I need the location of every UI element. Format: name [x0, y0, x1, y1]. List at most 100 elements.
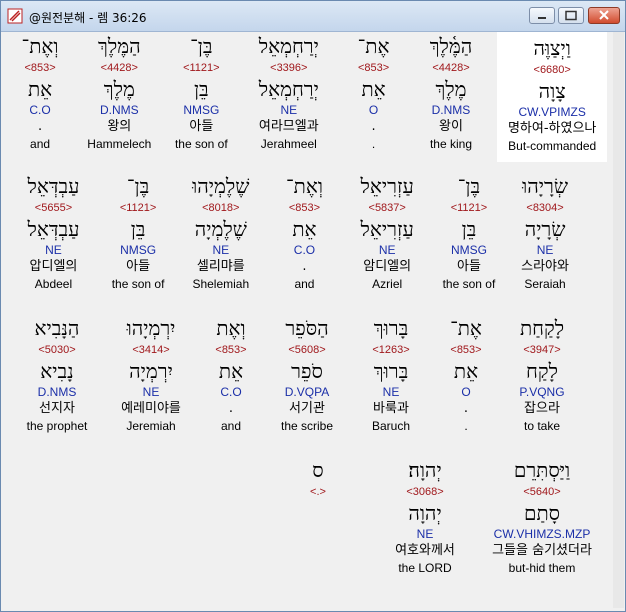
english-gloss: and [294, 277, 315, 291]
korean-gloss: 스라야와 [521, 259, 569, 274]
lexical-form: אֵת [218, 359, 244, 383]
hebrew-word: בָּרוּךְ [373, 316, 409, 340]
hebrew-word: הַמֶּלֶךְ [98, 34, 141, 58]
word-column[interactable]: וְאֶת־ <853> אֵת C.O. and [271, 172, 337, 302]
word-column[interactable]: ס <.> [283, 456, 353, 586]
minimize-button[interactable] [529, 7, 555, 24]
lexical-form: סֹפֵר [291, 359, 323, 383]
strong-number: <1121> [450, 202, 488, 214]
hebrew-word: שְׂרָיָהוּ [522, 174, 568, 198]
window-title: @원전분해 - 렘 36:26 [29, 11, 147, 25]
word-column[interactable]: בָּרוּךְ <1263> בָּרוּךְ NE 바룩과 Baruch [353, 314, 429, 444]
strong-number: <5608> [288, 344, 326, 356]
lexical-form: מֶלֶךְ [103, 77, 135, 101]
english-gloss: the king [429, 137, 472, 151]
hebrew-word: עַזְרִיאֵל [360, 174, 414, 198]
lexical-form: עַבְדְּאֵל [27, 217, 80, 241]
word-column[interactable]: הַמֶּלֶךְ <4428> מֶלֶךְ D.NMS 왕의 Hammelech [79, 32, 159, 162]
english-gloss: and [30, 137, 51, 151]
title-bar[interactable]: @원전분해 - 렘 36:26 [1, 1, 625, 32]
english-gloss: the LORD [398, 561, 452, 575]
korean-gloss: 여라므엘과 [258, 119, 319, 134]
word-column[interactable]: אֶת־ <853> אֵת O.. [342, 32, 404, 162]
lexical-form: מֶלֶךְ [435, 77, 467, 101]
hebrew-word: הַסֹּפֵר [285, 316, 329, 340]
morphology-code: D.VQPA [284, 385, 330, 399]
word-column[interactable]: בֶּן־ <1121> בֵּן NMSG 아들 the son of [437, 172, 501, 302]
word-column[interactable]: שֶׁלֶמְיָהוּ <8018> שֶׁלֶמְיָה NE 셀리먀를 Shelem… [178, 172, 263, 302]
korean-gloss: 그들을 숨기셨더라 [492, 543, 592, 558]
korean-gloss: . [228, 401, 234, 416]
hebrew-word: וְאֶת [216, 316, 246, 340]
word-column[interactable]: וַיְצַוֶּה <6680> צָוָה CW.VPIMZS 명하여-하였으나 Bu… [497, 32, 607, 162]
lexical-form: לָקַח [526, 359, 558, 383]
lexical-form: יְרַחְמְאֵל [258, 77, 319, 101]
word-column[interactable]: הַנָּבִיא <5030> נָבִיא D.NMS 선지자 the prophet [13, 314, 101, 444]
morphology-code: D.NMS [99, 103, 139, 117]
hebrew-word: לָקַחַת [519, 316, 565, 340]
hebrew-word: אֶת־ [357, 34, 390, 58]
lexical-form: אֵת [361, 77, 386, 101]
morphology-code: NE [416, 527, 434, 541]
morphology-code: C.O [29, 103, 51, 117]
hebrew-word: יְהוָה׃ [408, 458, 442, 482]
strong-number: <8304> [526, 202, 564, 214]
vertical-scrollbar[interactable] [613, 32, 624, 608]
hebrew-word: יִרְמְיָהוּ [126, 316, 176, 340]
morphology-code: D.NMS [37, 385, 77, 399]
maximize-button[interactable] [558, 7, 584, 24]
word-column[interactable]: יִרְמְיָהוּ <3414> יִרְמְיָה NE 예레미야를 Jeremia… [109, 314, 193, 444]
hebrew-word: וַיַּסְתִּרֵם [513, 458, 571, 482]
morphology-code: C.O [293, 243, 316, 257]
korean-gloss: 압디엘의 [29, 259, 78, 274]
word-column[interactable]: אֶת־ <853> אֵת O.. [437, 314, 495, 444]
word-column[interactable]: הַסֹּפֵר <5608> סֹפֵר D.VQPA 서기관 the scribe [269, 314, 345, 444]
english-gloss: But-commanded [508, 139, 597, 153]
english-gloss: but-hid them [508, 561, 576, 575]
english-gloss: the son of [442, 277, 496, 291]
english-gloss: Hammelech [87, 137, 152, 151]
lexical-form: בֵּן [193, 77, 209, 101]
korean-gloss: 암디엘의 [363, 259, 412, 274]
word-column[interactable]: בֶּן־ <1121> בֵּן NMSG 아들 the son of [106, 172, 170, 302]
word-column[interactable]: הַמֶּ֫לֶךְ <4428> מֶלֶךְ D.NMS 왕이 the king [413, 32, 490, 162]
word-column[interactable]: יְרַחְמְאֵל <3396> יְרַחְמְאֵל NE 여라므엘과 Jerah… [243, 32, 334, 162]
english-gloss: the scribe [280, 419, 334, 433]
korean-gloss: 예레미야를 [121, 401, 181, 416]
close-button[interactable] [588, 7, 620, 24]
word-column[interactable]: לָקַחַת <3947> לָקַח P.VQNG 잡으라 to take [503, 314, 581, 444]
parse-area: וַיְצַוֶּה <6680> צָוָה CW.VPIMZS 명하여-하였으나 Bu… [5, 32, 613, 608]
english-gloss: Jeremiah [126, 419, 176, 433]
korean-gloss: . [371, 119, 376, 134]
strong-number: <853> [215, 344, 247, 356]
lexical-form: צָוָה [538, 79, 566, 103]
hebrew-word: יְרַחְמְאֵל [258, 34, 319, 58]
morphology-code: NE [382, 385, 400, 399]
hebrew-word: הַמֶּ֫לֶךְ [429, 34, 473, 58]
word-column[interactable]: יְהוָה׃ <3068> יְהוָה NE 여호와께서 the LORD [381, 456, 469, 586]
lexical-form: בֵּן [461, 217, 477, 241]
korean-gloss: . [463, 401, 469, 416]
word-column[interactable]: וְאֶת <853> אֵת C.O. and [201, 314, 261, 444]
word-column[interactable]: בֶּן־ <1121> בֵּן NMSG 아들 the son of [168, 32, 236, 162]
word-column[interactable]: וַיַּסְתִּרֵם <5640> סָתַם CW.VHIMZS.MZP 그들을… [477, 456, 607, 586]
strong-number: <3947> [523, 344, 561, 356]
morphology-code: NMSG [450, 243, 487, 257]
word-column[interactable]: וְאֶת־ <853> אֵת C.O. and [9, 32, 71, 162]
strong-number: <3414> [132, 344, 170, 356]
lexical-form: בָּרוּךְ [373, 359, 409, 383]
morphology-code: NE [280, 103, 298, 117]
word-column[interactable]: שְׂרָיָהוּ <8304> שְׂרָיָה NE 스라야와 Seraiah [509, 172, 581, 302]
korean-gloss: 왕이 [439, 119, 463, 134]
word-column[interactable]: עַזְרִיאֵל <5837> עַזְרִיאֵל NE 암디엘의 Azriel [346, 172, 429, 302]
korean-gloss: 선지자 [39, 401, 75, 416]
lexical-form: עַזְרִיאֵל [360, 217, 414, 241]
english-gloss: the son of [111, 277, 165, 291]
word-column[interactable]: עַבְדְּאֵל <5655> עַבְדְּאֵל NE 압디엘의 Abdeel [9, 172, 98, 302]
strong-number: <5640> [523, 486, 561, 498]
english-gloss: Shelemiah [192, 277, 250, 291]
hebrew-word: בֶּן־ [457, 174, 481, 198]
strong-number: <1121> [183, 62, 220, 74]
strong-number: <3396> [270, 62, 308, 74]
lexical-form: נָבִיא [40, 359, 74, 383]
